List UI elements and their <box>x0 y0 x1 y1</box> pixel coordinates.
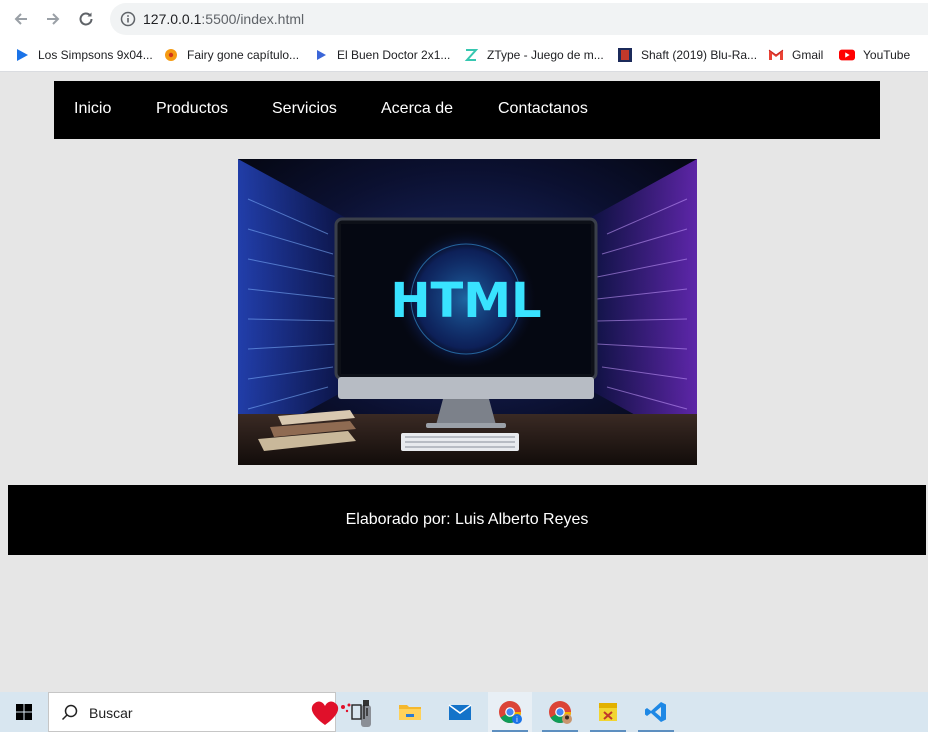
forward-arrow-icon <box>47 13 60 25</box>
play-triangle-icon <box>313 47 329 63</box>
hero-image: HTML <box>238 159 697 465</box>
page-viewport: Inicio Productos Servicios Acerca de Con… <box>0 72 928 692</box>
bookmark-label: Fairy gone capítulo... <box>187 48 300 62</box>
vscode-icon <box>645 702 666 722</box>
bookmark-label: Los Simpsons 9x04... <box>38 48 153 62</box>
hero-html-text: HTML <box>390 273 541 329</box>
bookmark-buen-doctor[interactable]: El Buen Doctor 2x1... <box>313 46 450 64</box>
bookmark-label: YouTube <box>863 48 911 62</box>
menu-item-inicio[interactable]: Inicio <box>74 100 111 118</box>
bookmark-simpsons[interactable]: Los Simpsons 9x04... <box>14 46 153 64</box>
taskbar-search-box[interactable]: Buscar <box>48 692 371 732</box>
ztype-icon <box>463 47 479 63</box>
bookmark-gmail[interactable]: Gmail <box>768 46 823 64</box>
chrome-profile-button[interactable] <box>538 692 582 732</box>
windows-taskbar: Buscar i <box>0 692 928 732</box>
url-host: 127.0.0.1 <box>143 11 202 27</box>
back-button[interactable] <box>9 7 33 31</box>
bookmark-shaft[interactable]: Shaft (2019) Blu-Ra... <box>617 46 757 64</box>
svg-text:i: i <box>516 716 518 724</box>
bookmark-label: El Buen Doctor 2x1... <box>337 48 451 62</box>
search-placeholder: Buscar <box>89 705 133 721</box>
youtube-icon <box>839 47 855 63</box>
start-button[interactable] <box>0 692 48 732</box>
reload-icon <box>79 12 93 26</box>
page-footer: Elaborado por: Luis Alberto Reyes <box>8 485 926 555</box>
task-view-button[interactable] <box>338 692 382 732</box>
main-menu: Inicio Productos Servicios Acerca de Con… <box>54 81 880 139</box>
browser-toolbar: 127.0.0.1:5500/index.html <box>0 0 928 38</box>
bookmark-youtube[interactable]: YouTube <box>839 46 910 64</box>
play-triangle-icon <box>14 47 30 63</box>
chrome-button[interactable]: i <box>488 692 532 732</box>
forward-button[interactable] <box>41 7 65 31</box>
vscode-button[interactable] <box>634 692 678 732</box>
chrome-icon: i <box>499 701 522 724</box>
menu-item-acerca-de[interactable]: Acerca de <box>381 100 453 118</box>
back-arrow-icon <box>14 13 27 25</box>
info-icon[interactable] <box>120 11 136 27</box>
footer-credit: Elaborado por: Luis Alberto Reyes <box>345 511 589 528</box>
url-path: :5500/index.html <box>201 11 305 27</box>
bookmarks-bar: Los Simpsons 9x04... Fairy gone capítulo… <box>0 38 928 72</box>
bookmark-label: ZType - Juego de m... <box>487 48 604 62</box>
html-monitor-illustration: HTML <box>238 159 697 465</box>
search-icon <box>61 704 78 721</box>
bookmark-ztype[interactable]: ZType - Juego de m... <box>463 46 604 64</box>
address-bar[interactable]: 127.0.0.1:5500/index.html <box>110 3 928 35</box>
file-explorer-button[interactable] <box>388 692 432 732</box>
movie-thumbnail-icon <box>617 47 633 63</box>
chrome-profile-icon <box>549 701 572 724</box>
menu-item-productos[interactable]: Productos <box>156 100 228 118</box>
menu-item-contactanos[interactable]: Contactanos <box>498 100 588 118</box>
gmail-icon <box>768 47 784 63</box>
reload-button[interactable] <box>74 7 98 31</box>
sticky-app-icon <box>599 703 617 721</box>
dragonball-icon <box>163 47 179 63</box>
task-view-icon <box>351 704 368 720</box>
mail-button[interactable] <box>438 692 482 732</box>
windows-logo-icon <box>16 704 32 720</box>
bookmark-fairy-gone[interactable]: Fairy gone capítulo... <box>163 46 299 64</box>
sticky-app-button[interactable] <box>586 692 630 732</box>
url-text[interactable]: 127.0.0.1:5500/index.html <box>143 11 304 27</box>
folder-icon <box>399 705 421 720</box>
mail-icon <box>448 704 472 720</box>
bookmark-label: Shaft (2019) Blu-Ra... <box>641 48 758 62</box>
menu-item-servicios[interactable]: Servicios <box>272 100 337 118</box>
bookmark-label: Gmail <box>792 48 824 62</box>
